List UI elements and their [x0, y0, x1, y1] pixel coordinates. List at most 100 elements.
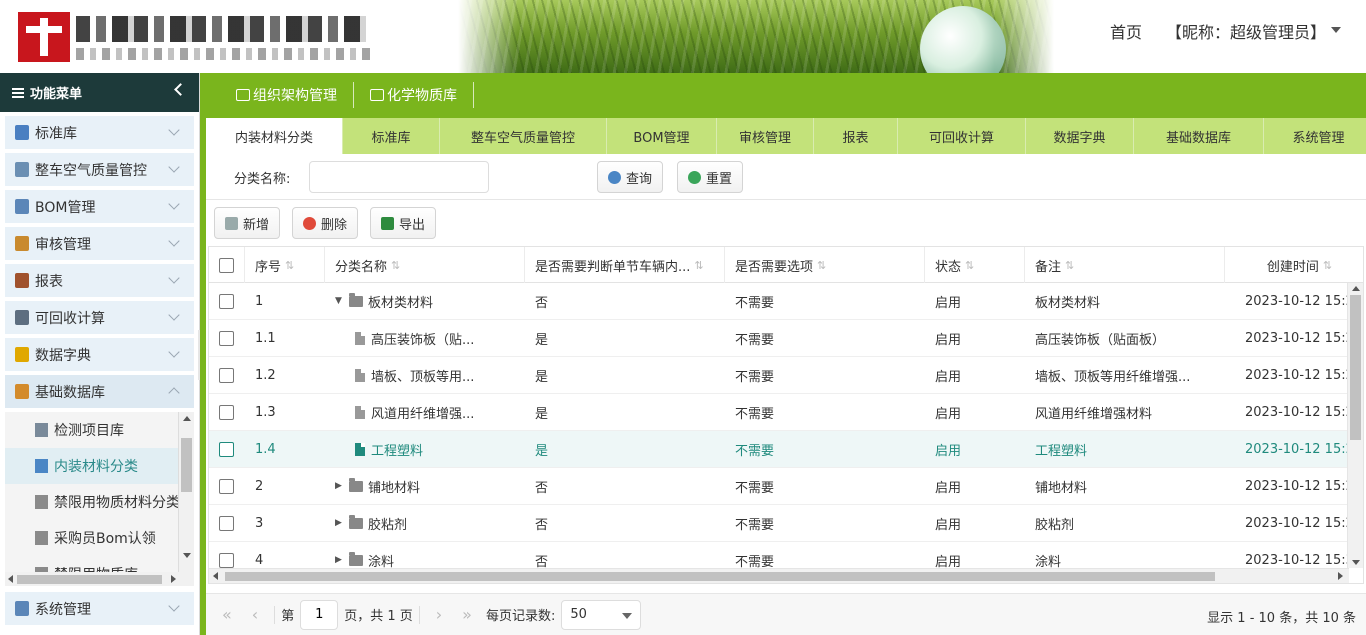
add-button[interactable]: 新增 — [214, 207, 281, 239]
cell-status: 启用 — [935, 295, 962, 311]
scroll-left-icon[interactable] — [8, 575, 13, 583]
column-header-6[interactable]: 创建时间 ⇅ — [1225, 247, 1363, 283]
subtab-1[interactable]: 标准库 — [343, 118, 440, 154]
page-number-input[interactable] — [300, 599, 339, 630]
sidebar-subitem-0[interactable]: 检测项目库 — [5, 412, 194, 448]
table-row[interactable]: 1 ▼ 板材类材料 否 不需要 启用 板材类材料 2023-10-12 15:2 — [209, 283, 1363, 320]
category-name-label: 分类名称: — [234, 172, 291, 187]
submenu-vertical-scrollbar[interactable] — [178, 412, 194, 572]
home-link[interactable]: 首页 — [1110, 19, 1142, 43]
column-header-0[interactable]: 序号 ⇅ — [245, 247, 325, 283]
prev-page-icon[interactable]: ‹ — [252, 605, 258, 624]
sidebar-subitem-1[interactable]: 内装材料分类 — [5, 448, 194, 484]
sidebar-item-system[interactable]: 系统管理 — [5, 592, 194, 625]
submenu-horizontal-scrollbar[interactable] — [5, 572, 194, 586]
scroll-thumb[interactable] — [17, 575, 162, 584]
subtab-8[interactable]: 基础数据库 — [1134, 118, 1264, 154]
table-header: 序号 ⇅ 分类名称 ⇅ 是否需要判断单节车辆内... ⇅ 是否需要选项 ⇅ 状态 ⇅ 备注 ⇅ 创建时间… — [209, 247, 1363, 283]
sidebar-item-2[interactable]: BOM管理 — [5, 190, 194, 223]
subtab-0[interactable]: 内装材料分类 — [206, 118, 343, 154]
subtab-3[interactable]: BOM管理 — [607, 118, 717, 154]
collapse-sidebar-icon[interactable] — [174, 83, 187, 96]
chevron-down-icon[interactable] — [1331, 27, 1341, 33]
table-vertical-scrollbar[interactable] — [1347, 283, 1363, 568]
collapse-node-icon[interactable]: ▼ — [335, 296, 347, 306]
sidebar-item-1[interactable]: 整车空气质量管控 — [5, 153, 194, 186]
sidebar-item-0[interactable]: 标准库 — [5, 116, 194, 149]
subtab-4[interactable]: 审核管理 — [717, 118, 814, 154]
row-checkbox-cell — [209, 394, 245, 430]
scroll-up-icon[interactable] — [1352, 286, 1360, 291]
table-row[interactable]: 1.4 工程塑料是不需要 启用 工程塑料 2023-10-12 15:2 — [209, 431, 1363, 468]
category-name-input[interactable] — [309, 161, 489, 193]
cell-name: ▼ 板材类材料 — [335, 292, 434, 311]
table-row[interactable]: 2 ▶ 铺地材料 否 不需要 启用 铺地材料 2023-10-12 15:2 — [209, 468, 1363, 505]
scroll-thumb[interactable] — [181, 438, 192, 492]
next-page-icon[interactable]: › — [436, 605, 442, 624]
user-menu[interactable]: 【昵称：超级管理员】 — [1166, 19, 1326, 43]
export-button[interactable]: 导出 — [370, 207, 437, 239]
cell-created-time: 2023-10-12 15:2 — [1245, 441, 1354, 457]
scroll-thumb[interactable] — [225, 572, 1215, 581]
sidebar-item-label: 基础数据库 — [35, 384, 105, 401]
row-checkbox[interactable] — [219, 552, 234, 568]
query-button[interactable]: 查询 — [597, 161, 664, 193]
row-checkbox[interactable] — [219, 478, 234, 494]
row-checkbox[interactable] — [219, 515, 234, 531]
subtab-2[interactable]: 整车空气质量管控 — [440, 118, 607, 154]
row-checkbox[interactable] — [219, 293, 234, 309]
expand-node-icon[interactable]: ▶ — [335, 555, 347, 565]
tab-org-management[interactable]: 组织架构管理 — [220, 81, 354, 108]
table-row[interactable]: 1.1 高压装饰板（贴... 是 不需要 启用 高压装饰板（贴面板） 2023-10-12 … — [209, 320, 1363, 357]
table-row[interactable]: 1.2 墙板、顶板等用... 是 不需要 启用 墙板、顶板等用纤维增强... 2023-10… — [209, 357, 1363, 394]
sidebar-item-7[interactable]: 基础数据库 — [5, 375, 194, 408]
subtab-6[interactable]: 可回收计算 — [898, 118, 1026, 154]
sidebar-item-5[interactable]: 可回收计算 — [5, 301, 194, 334]
subtab-7[interactable]: 数据字典 — [1026, 118, 1134, 154]
scroll-up-icon[interactable] — [183, 416, 191, 421]
scroll-left-icon[interactable] — [213, 572, 218, 580]
table-row[interactable]: 3 ▶ 胶粘剂 否 不需要 启用 胶粘剂 2023-10-12 15:2 — [209, 505, 1363, 542]
per-page-select[interactable]: 50 — [561, 599, 642, 630]
sidebar-subitem-4[interactable]: 禁限用物质库 — [5, 556, 194, 572]
column-header-4[interactable]: 状态 ⇅ — [925, 247, 1025, 283]
scroll-right-icon[interactable] — [171, 575, 176, 583]
expand-node-icon[interactable]: ▶ — [335, 518, 347, 528]
delete-button[interactable]: 删除 — [292, 207, 359, 239]
select-all-checkbox[interactable] — [219, 257, 234, 273]
cell-name: 风道用纤维增强... — [325, 394, 525, 430]
scroll-right-icon[interactable] — [1338, 572, 1343, 580]
tab-chemical-library[interactable]: 化学物质库 — [354, 81, 474, 108]
cell-name: ▶ 铺地材料 — [335, 477, 421, 496]
scroll-thumb[interactable] — [1350, 295, 1361, 440]
scroll-down-icon[interactable] — [183, 553, 191, 558]
table-horizontal-scrollbar[interactable] — [209, 568, 1349, 583]
first-page-icon[interactable]: « — [222, 605, 232, 624]
row-checkbox[interactable] — [219, 441, 234, 457]
column-header-1[interactable]: 分类名称 ⇅ — [325, 247, 525, 283]
last-page-icon[interactable]: » — [462, 605, 472, 624]
column-header-5[interactable]: 备注 ⇅ — [1025, 247, 1225, 283]
table-row[interactable]: 4 ▶ 涂料 否 不需要 启用 涂料 2023-10-12 15:3 — [209, 542, 1363, 568]
sidebar-item-6[interactable]: 数据字典 — [5, 338, 194, 371]
cell-status: 启用 — [935, 443, 962, 459]
cell-name: ▶ 涂料 — [335, 551, 395, 568]
search-bar: 分类名称: 查询 重置 — [206, 154, 1366, 200]
scroll-down-icon[interactable] — [1352, 560, 1360, 565]
reset-button[interactable]: 重置 — [677, 161, 744, 193]
sidebar-item-4[interactable]: 报表 — [5, 264, 194, 297]
row-checkbox[interactable] — [219, 404, 234, 420]
cell-option: 不需要 — [735, 406, 775, 422]
column-header-3[interactable]: 是否需要选项 ⇅ — [725, 247, 925, 283]
sidebar-item-3[interactable]: 审核管理 — [5, 227, 194, 260]
row-checkbox[interactable] — [219, 367, 234, 383]
subtab-9[interactable]: 系统管理 — [1264, 118, 1366, 154]
subtab-5[interactable]: 报表 — [814, 118, 898, 154]
expand-node-icon[interactable]: ▶ — [335, 481, 347, 491]
cell-no: 3 — [255, 515, 264, 531]
sidebar-subitem-2[interactable]: 禁限用物质材料分类 — [5, 484, 194, 520]
row-checkbox[interactable] — [219, 330, 234, 346]
table-row[interactable]: 1.3 风道用纤维增强... 是 不需要 启用 风道用纤维增强材料 2023-10-12 1… — [209, 394, 1363, 431]
sidebar-subitem-3[interactable]: 采购员Bom认领 — [5, 520, 194, 556]
column-header-2[interactable]: 是否需要判断单节车辆内... ⇅ — [525, 247, 725, 283]
